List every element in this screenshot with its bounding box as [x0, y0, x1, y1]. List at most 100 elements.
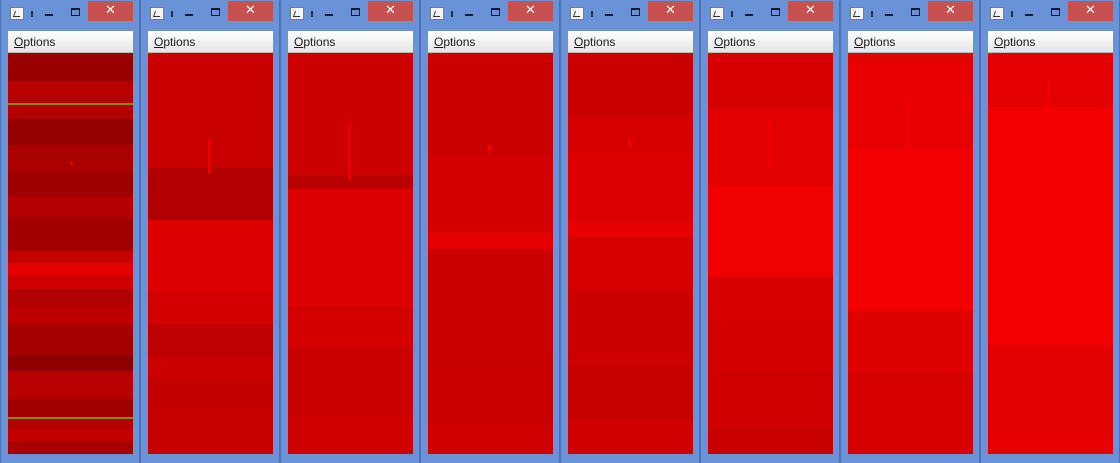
maximize-button[interactable] — [489, 4, 503, 20]
color-band — [428, 249, 553, 355]
options-menu-label: ptions — [863, 35, 896, 49]
app-icon[interactable] — [10, 7, 24, 20]
maximize-button[interactable] — [209, 4, 223, 20]
app-icon[interactable] — [150, 7, 164, 20]
color-band — [428, 233, 553, 249]
minimize-button[interactable] — [463, 4, 477, 20]
maximize-button[interactable] — [69, 4, 83, 20]
maximize-button[interactable] — [1049, 4, 1063, 20]
color-band — [148, 358, 273, 378]
app-icon[interactable] — [290, 7, 304, 20]
app-icon[interactable] — [990, 7, 1004, 20]
color-band — [568, 151, 693, 223]
color-band — [428, 53, 553, 157]
color-band — [148, 324, 273, 358]
title-bar[interactable]: ✕ — [701, 0, 839, 28]
minimize-button[interactable] — [183, 4, 197, 20]
close-button[interactable]: ✕ — [508, 1, 553, 21]
title-bar[interactable]: ✕ — [1, 0, 139, 28]
title-separator — [31, 11, 33, 17]
color-panel — [568, 53, 693, 454]
options-menu-label: ptions — [23, 35, 56, 49]
color-band — [568, 53, 693, 117]
minimize-button[interactable] — [883, 4, 897, 20]
color-panel — [428, 53, 553, 454]
app-window-7: ✕ Options — [840, 0, 980, 463]
maximize-button[interactable] — [629, 4, 643, 20]
color-panel — [708, 53, 833, 454]
title-separator — [731, 11, 733, 17]
app-icon[interactable] — [850, 7, 864, 20]
title-bar[interactable]: ✕ — [141, 0, 279, 28]
minimize-button[interactable] — [603, 4, 617, 20]
color-panel — [288, 53, 413, 454]
color-band — [708, 429, 833, 454]
close-button[interactable]: ✕ — [368, 1, 413, 21]
app-window-4: ✕ Options — [420, 0, 560, 463]
menu-bar: Options — [568, 31, 693, 53]
minimize-button[interactable] — [1023, 4, 1037, 20]
app-icon[interactable] — [430, 7, 444, 20]
close-button[interactable]: ✕ — [228, 1, 273, 21]
app-window-1: ✕ Options — [0, 0, 140, 463]
color-band — [428, 355, 553, 423]
options-menu-mnemonic: O — [994, 35, 1004, 49]
color-band — [988, 345, 1113, 441]
color-band — [8, 145, 133, 173]
app-icon[interactable] — [710, 7, 724, 20]
marker-bar — [488, 145, 491, 153]
color-band — [148, 410, 273, 454]
color-band — [568, 365, 693, 421]
close-button[interactable]: ✕ — [88, 1, 133, 21]
marker-bar — [208, 139, 211, 173]
options-menu[interactable]: Options — [154, 34, 195, 50]
close-button[interactable]: ✕ — [1068, 1, 1113, 21]
options-menu-mnemonic: O — [14, 35, 24, 49]
color-band — [8, 173, 133, 197]
color-band — [8, 355, 133, 371]
options-menu[interactable]: Options — [854, 34, 895, 50]
color-band — [8, 263, 133, 275]
maximize-button[interactable] — [769, 4, 783, 20]
title-bar[interactable]: ✕ — [281, 0, 419, 28]
color-band — [8, 251, 133, 263]
menu-bar: Options — [428, 31, 553, 53]
color-band — [848, 149, 973, 311]
marker-bar — [628, 139, 631, 147]
options-menu[interactable]: Options — [14, 34, 55, 50]
maximize-button[interactable] — [349, 4, 363, 20]
color-band — [8, 307, 133, 325]
color-band — [8, 325, 133, 355]
color-band — [8, 119, 133, 145]
title-bar[interactable]: ✕ — [981, 0, 1119, 28]
app-icon[interactable] — [570, 7, 584, 20]
title-separator — [871, 11, 873, 17]
color-band — [8, 441, 133, 454]
options-menu[interactable]: Options — [294, 34, 335, 50]
title-bar[interactable]: ✕ — [421, 0, 559, 28]
title-bar[interactable]: ✕ — [561, 0, 699, 28]
options-menu[interactable]: Options — [994, 34, 1035, 50]
color-band — [568, 237, 693, 289]
options-menu[interactable]: Options — [574, 34, 615, 50]
options-menu-label: ptions — [723, 35, 756, 49]
color-band — [288, 307, 413, 347]
menu-bar: Options — [288, 31, 413, 53]
options-menu[interactable]: Options — [714, 34, 755, 50]
color-band — [8, 53, 133, 81]
close-button[interactable]: ✕ — [648, 1, 693, 21]
close-button[interactable]: ✕ — [788, 1, 833, 21]
app-window-2: ✕ Options — [140, 0, 280, 463]
title-separator — [311, 11, 313, 17]
title-separator — [171, 11, 173, 17]
color-band — [8, 399, 133, 417]
minimize-button[interactable] — [743, 4, 757, 20]
options-menu-label: ptions — [1003, 35, 1036, 49]
options-menu[interactable]: Options — [434, 34, 475, 50]
options-menu-mnemonic: O — [154, 35, 164, 49]
title-bar[interactable]: ✕ — [841, 0, 979, 28]
close-button[interactable]: ✕ — [928, 1, 973, 21]
minimize-button[interactable] — [43, 4, 57, 20]
maximize-button[interactable] — [909, 4, 923, 20]
minimize-button[interactable] — [323, 4, 337, 20]
